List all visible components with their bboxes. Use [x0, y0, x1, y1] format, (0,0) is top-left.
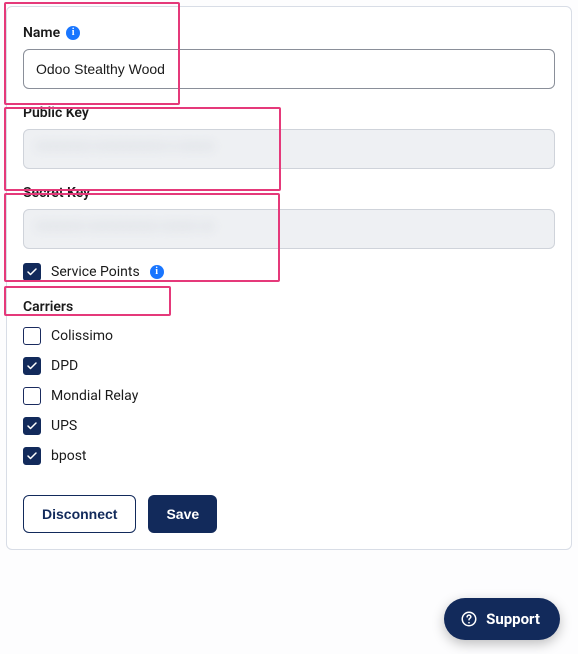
- support-button[interactable]: Support: [444, 598, 560, 640]
- field-public-key: Public Key xxxxxxxx-xxxxxxxxxx-x-xxxxx: [23, 105, 555, 169]
- check-icon: [26, 266, 38, 278]
- actions-row: Disconnect Save: [23, 495, 555, 533]
- service-points-checkbox[interactable]: [23, 263, 41, 281]
- carrier-checkbox-mondial-relay[interactable]: [23, 387, 41, 405]
- field-name-label-row: Name i: [23, 25, 555, 41]
- carrier-checkbox-colissimo[interactable]: [23, 327, 41, 345]
- field-name: Name i: [23, 25, 555, 89]
- carrier-row: Colissimo: [23, 327, 555, 345]
- name-input[interactable]: [23, 49, 555, 89]
- carrier-checkbox-bpost[interactable]: [23, 447, 41, 465]
- field-secret-key-label: Secret Key: [23, 185, 90, 201]
- info-icon[interactable]: i: [66, 26, 80, 40]
- info-icon[interactable]: i: [150, 265, 164, 279]
- help-icon: [460, 610, 478, 628]
- carrier-label: bpost: [51, 448, 87, 464]
- carrier-label: Mondial Relay: [51, 388, 138, 404]
- carrier-checkbox-ups[interactable]: [23, 417, 41, 435]
- settings-panel: Name i Public Key xxxxxxxx-xxxxxxxxxx-x-…: [6, 6, 572, 550]
- field-secret-key: Secret Key xxxxxxx-xxxxxxxxxx-xxxxx-xx: [23, 185, 555, 249]
- service-points-label: Service Points: [51, 264, 140, 280]
- field-public-key-label-row: Public Key: [23, 105, 555, 121]
- secret-key-masked-value: xxxxxxx-xxxxxxxxxx-xxxxx-xx: [36, 218, 214, 234]
- carrier-label: Colissimo: [51, 328, 113, 344]
- field-name-label: Name: [23, 25, 60, 41]
- save-button[interactable]: Save: [148, 495, 217, 533]
- check-icon: [26, 420, 38, 432]
- service-points-row: Service Points i: [23, 263, 555, 281]
- public-key-input[interactable]: xxxxxxxx-xxxxxxxxxx-x-xxxxx: [23, 129, 555, 169]
- carrier-row: UPS: [23, 417, 555, 435]
- carrier-row: bpost: [23, 447, 555, 465]
- carriers-heading: Carriers: [23, 299, 555, 315]
- field-public-key-label: Public Key: [23, 105, 89, 121]
- carrier-label: DPD: [51, 358, 78, 374]
- carrier-label: UPS: [51, 418, 77, 434]
- carrier-checkbox-dpd[interactable]: [23, 357, 41, 375]
- carrier-row: Mondial Relay: [23, 387, 555, 405]
- check-icon: [26, 360, 38, 372]
- support-label: Support: [486, 610, 540, 628]
- disconnect-button[interactable]: Disconnect: [23, 495, 136, 533]
- field-secret-key-label-row: Secret Key: [23, 185, 555, 201]
- carriers-list: Colissimo DPD Mondial Relay: [23, 327, 555, 465]
- public-key-masked-value: xxxxxxxx-xxxxxxxxxx-x-xxxxx: [36, 138, 214, 154]
- carrier-row: DPD: [23, 357, 555, 375]
- check-icon: [26, 450, 38, 462]
- secret-key-input[interactable]: xxxxxxx-xxxxxxxxxx-xxxxx-xx: [23, 209, 555, 249]
